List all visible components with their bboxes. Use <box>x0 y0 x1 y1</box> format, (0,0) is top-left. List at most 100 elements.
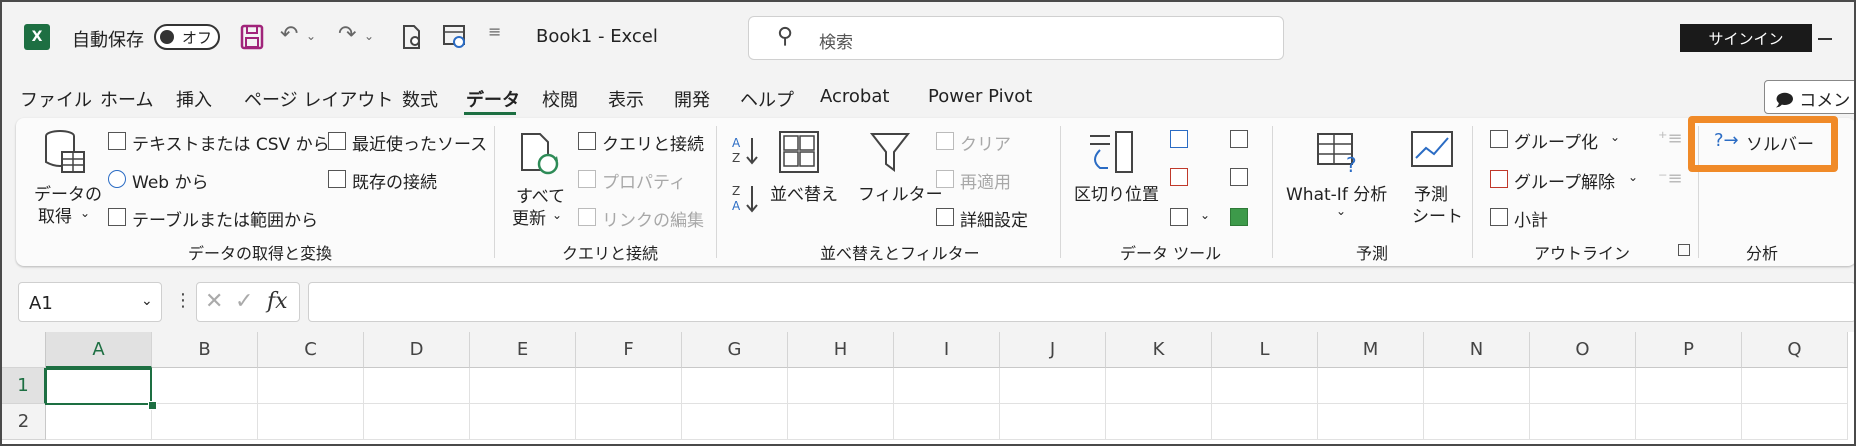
search-box[interactable]: ⚲ 検索 <box>748 16 1284 60</box>
cell-I2[interactable] <box>894 404 1000 440</box>
cell-M1[interactable] <box>1318 368 1424 404</box>
undo-icon[interactable]: ↶ <box>280 24 298 46</box>
consolidate-icon[interactable] <box>1230 130 1248 148</box>
outline-dialog-launcher-icon[interactable] <box>1678 244 1690 256</box>
column-header-I[interactable]: I <box>894 332 1000 368</box>
save-icon[interactable] <box>240 24 264 50</box>
cell-E1[interactable] <box>470 368 576 404</box>
cell-Q1[interactable] <box>1742 368 1848 404</box>
tab-power-pivot[interactable]: Power Pivot <box>928 86 1032 107</box>
from-web-button[interactable]: Web から <box>132 168 208 193</box>
remove-duplicates-icon[interactable] <box>1170 168 1188 186</box>
autosave-toggle[interactable]: オフ <box>154 24 220 50</box>
data-validation-icon[interactable] <box>1170 208 1188 226</box>
minimize-icon[interactable] <box>1818 38 1832 40</box>
signin-button[interactable]: サインイン <box>1680 24 1812 52</box>
cell-E2[interactable] <box>470 404 576 440</box>
filter-button[interactable]: フィルター <box>858 180 943 205</box>
name-box-dropdown-icon[interactable]: ⌄ <box>141 293 153 309</box>
cell-O2[interactable] <box>1530 404 1636 440</box>
enter-icon[interactable]: ✓ <box>235 289 253 314</box>
cell-A2[interactable] <box>46 404 152 440</box>
column-header-K[interactable]: K <box>1106 332 1212 368</box>
undo-dropdown-icon[interactable]: ⌄ <box>306 30 316 42</box>
tab-data[interactable]: データ <box>466 86 520 112</box>
cell-P1[interactable] <box>1636 368 1742 404</box>
ungroup-dropdown-icon[interactable]: ⌄ <box>1628 170 1638 184</box>
tab-help[interactable]: ヘルプ <box>740 86 794 112</box>
fill-handle[interactable] <box>148 401 157 410</box>
clear-button[interactable]: クリア <box>960 130 1011 155</box>
cell-Q2[interactable] <box>1742 404 1848 440</box>
column-header-A[interactable]: A <box>46 332 152 368</box>
column-header-M[interactable]: M <box>1318 332 1424 368</box>
reapply-button[interactable]: 再適用 <box>960 168 1011 193</box>
cancel-icon[interactable]: ✕ <box>205 289 223 314</box>
queries-connections-button[interactable]: クエリと接続 <box>602 130 704 155</box>
cell-J2[interactable] <box>1000 404 1106 440</box>
column-header-D[interactable]: D <box>364 332 470 368</box>
cell-D1[interactable] <box>364 368 470 404</box>
cell-G1[interactable] <box>682 368 788 404</box>
column-header-G[interactable]: G <box>682 332 788 368</box>
column-header-L[interactable]: L <box>1212 332 1318 368</box>
sort-descending-icon[interactable]: Z A <box>730 182 760 216</box>
cell-B1[interactable] <box>152 368 258 404</box>
name-box[interactable]: A1 ⌄ <box>18 282 162 322</box>
cell-H2[interactable] <box>788 404 894 440</box>
cell-C2[interactable] <box>258 404 364 440</box>
select-all-corner[interactable] <box>2 332 46 368</box>
sort-button[interactable]: 並べ替え <box>770 180 838 205</box>
ungroup-button[interactable]: グループ解除 <box>1514 168 1615 193</box>
tab-developer[interactable]: 開発 <box>674 86 710 112</box>
cell-M2[interactable] <box>1318 404 1424 440</box>
forecast-sheet-icon[interactable] <box>1410 130 1454 170</box>
group-dropdown-icon[interactable]: ⌄ <box>1610 130 1620 144</box>
redo-dropdown-icon[interactable]: ⌄ <box>364 30 374 42</box>
cell-J1[interactable] <box>1000 368 1106 404</box>
column-header-P[interactable]: P <box>1636 332 1742 368</box>
row-header-1[interactable]: 1 <box>2 368 46 404</box>
recent-sources-button[interactable]: 最近使ったソース <box>352 130 487 155</box>
get-data-icon[interactable] <box>42 128 88 178</box>
cell-N1[interactable] <box>1424 368 1530 404</box>
column-header-O[interactable]: O <box>1530 332 1636 368</box>
column-header-F[interactable]: F <box>576 332 682 368</box>
show-detail-icon[interactable]: ⁺≡ <box>1658 128 1683 149</box>
tab-acrobat[interactable]: Acrobat <box>820 86 889 107</box>
tab-review[interactable]: 校閲 <box>542 86 578 112</box>
tab-insert[interactable]: 挿入 <box>176 86 212 112</box>
properties-button[interactable]: プロパティ <box>602 168 686 193</box>
column-header-H[interactable]: H <box>788 332 894 368</box>
group-button[interactable]: グループ化 <box>1514 128 1598 153</box>
text-to-columns-button[interactable]: 区切り位置 <box>1074 180 1159 205</box>
what-if-dropdown-icon[interactable]: ⌄ <box>1336 204 1346 218</box>
refresh-all-icon[interactable] <box>518 130 562 178</box>
refresh-all-label-2[interactable]: 更新 <box>512 204 546 229</box>
cell-O1[interactable] <box>1530 368 1636 404</box>
column-header-B[interactable]: B <box>152 332 258 368</box>
tab-page-layout[interactable]: ページ レイアウト <box>244 86 393 112</box>
tab-home[interactable]: ホーム <box>100 86 153 112</box>
what-if-analysis-icon[interactable]: ? <box>1316 130 1364 176</box>
cell-F1[interactable] <box>576 368 682 404</box>
subtotal-button[interactable]: 小計 <box>1514 206 1548 231</box>
print-preview-icon[interactable] <box>400 24 424 50</box>
forecast-sheet-label-2[interactable]: シート <box>1412 202 1463 227</box>
advanced-button[interactable]: 詳細設定 <box>960 206 1028 231</box>
cell-I1[interactable] <box>894 368 1000 404</box>
refresh-dropdown-icon[interactable]: ⌄ <box>552 208 562 222</box>
get-data-label-2[interactable]: 取得 <box>38 202 72 227</box>
flash-fill-icon[interactable] <box>1170 130 1188 148</box>
what-if-button[interactable]: What-If 分析 <box>1286 180 1387 205</box>
text-to-columns-icon[interactable] <box>1086 130 1136 176</box>
tab-view[interactable]: 表示 <box>608 86 644 112</box>
data-model-icon[interactable] <box>1230 208 1248 226</box>
filter-icon[interactable] <box>868 130 912 174</box>
cell-L2[interactable] <box>1212 404 1318 440</box>
row-header-2[interactable]: 2 <box>2 404 46 440</box>
comment-button[interactable]: 🗩 コメント <box>1764 80 1854 114</box>
column-header-Q[interactable]: Q <box>1742 332 1848 368</box>
cell-K2[interactable] <box>1106 404 1212 440</box>
cell-G2[interactable] <box>682 404 788 440</box>
